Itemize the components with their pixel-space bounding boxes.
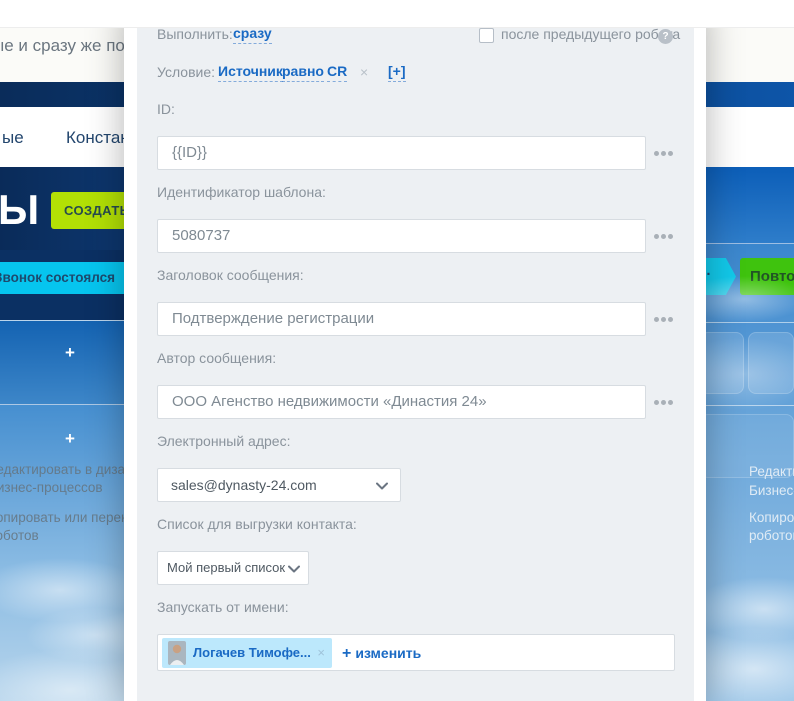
email-select-value: sales@dynasty-24.com bbox=[158, 469, 400, 501]
template-id-input-value: 5080737 bbox=[158, 220, 645, 252]
chevron-down-icon bbox=[288, 565, 300, 573]
chevron-down-icon bbox=[376, 482, 388, 490]
robot-settings-form: Выполнить: сразу после предыдущего робот… bbox=[0, 0, 794, 701]
message-title-label: Заголовок сообщения: bbox=[157, 267, 304, 283]
plus-icon: + bbox=[342, 645, 351, 662]
after-previous-robot-checkbox[interactable] bbox=[479, 28, 494, 43]
contact-list-label: Список для выгрузки контакта: bbox=[157, 516, 357, 532]
template-id-input[interactable]: 5080737 bbox=[157, 219, 646, 253]
condition-add-link[interactable]: [+] bbox=[388, 63, 406, 82]
run-as-box[interactable]: Логачев Тимофе... × +изменить bbox=[157, 634, 675, 671]
message-author-input-value: ООО Агенство недвижимости «Династия 24» bbox=[158, 386, 645, 418]
message-title-input[interactable]: Подтверждение регистрации bbox=[157, 302, 646, 336]
user-avatar bbox=[168, 641, 186, 665]
help-icon[interactable]: ? bbox=[658, 29, 673, 44]
message-author-label: Автор сообщения: bbox=[157, 350, 276, 366]
id-label: ID: bbox=[157, 101, 175, 117]
condition-remove-icon[interactable]: × bbox=[360, 64, 368, 80]
after-previous-robot-label: после предыдущего робота bbox=[501, 26, 680, 42]
message-author-insert-value-icon[interactable] bbox=[654, 400, 659, 405]
message-title-input-value: Подтверждение регистрации bbox=[158, 303, 645, 335]
user-chip-remove-icon[interactable]: × bbox=[317, 638, 325, 668]
email-label: Электронный адрес: bbox=[157, 433, 290, 449]
condition-value-link[interactable]: CR bbox=[327, 63, 347, 82]
template-id-insert-value-icon[interactable] bbox=[654, 234, 659, 239]
user-chip[interactable]: Логачев Тимофе... × bbox=[162, 638, 332, 668]
condition-operator-link[interactable]: равно bbox=[282, 63, 324, 82]
top-white-band bbox=[0, 0, 794, 28]
email-select[interactable]: sales@dynasty-24.com bbox=[157, 468, 401, 502]
id-input-value: {{ID}} bbox=[158, 137, 645, 169]
change-user-label: изменить bbox=[355, 645, 421, 661]
user-chip-name: Логачев Тимофе... bbox=[193, 638, 311, 668]
id-insert-value-icon[interactable] bbox=[654, 151, 659, 156]
run-as-label: Запускать от имени: bbox=[157, 599, 289, 615]
id-input[interactable]: {{ID}} bbox=[157, 136, 646, 170]
template-id-label: Идентификатор шаблона: bbox=[157, 184, 326, 200]
contact-list-select-value: Мой первый список bbox=[158, 552, 308, 584]
condition-label: Условие: bbox=[157, 64, 215, 80]
contact-list-select[interactable]: Мой первый список bbox=[157, 551, 309, 585]
condition-field-link[interactable]: Источник bbox=[218, 63, 283, 82]
message-author-input[interactable]: ООО Агенство недвижимости «Династия 24» bbox=[157, 385, 646, 419]
execute-label: Выполнить: bbox=[157, 26, 233, 42]
change-user-link[interactable]: +изменить bbox=[342, 635, 421, 672]
message-title-insert-value-icon[interactable] bbox=[654, 317, 659, 322]
